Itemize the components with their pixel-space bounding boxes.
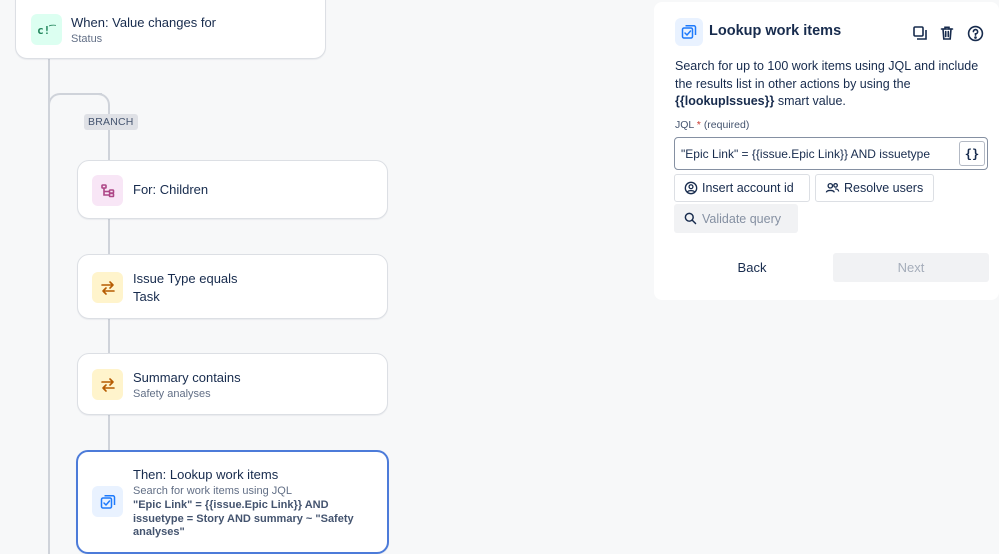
trigger-icon: c!͡	[31, 14, 62, 45]
action-jql: "Epic Link" = {{issue.Epic Link}} AND is…	[133, 499, 354, 538]
condition-issue-type-title: Issue Type equals	[133, 271, 238, 286]
jql-input-value: "Epic Link" = {{issue.Epic Link}} AND is…	[681, 147, 930, 161]
condition-issue-type-card[interactable]: Issue Type equals Task	[77, 254, 388, 319]
jql-label: JQL * (required)	[675, 119, 749, 131]
jql-input[interactable]: "Epic Link" = {{issue.Epic Link}} AND is…	[674, 137, 988, 170]
lookup-icon	[675, 18, 703, 46]
resolve-users-button[interactable]: Resolve users	[815, 174, 934, 202]
trash-icon[interactable]	[937, 23, 957, 43]
validate-query-label: Validate query	[702, 211, 781, 226]
user-circle-icon	[684, 181, 698, 195]
branch-node-title: For: Children	[133, 182, 209, 197]
svg-text:c!͡: c!͡	[38, 24, 56, 37]
insert-account-id-label: Insert account id	[702, 181, 794, 195]
condition-summary-card[interactable]: Summary contains Safety analyses	[77, 353, 388, 415]
users-icon	[825, 182, 840, 193]
trigger-subtitle: Status	[71, 33, 103, 45]
next-button[interactable]: Next	[833, 253, 989, 282]
smart-value-button[interactable]: {}	[959, 141, 985, 166]
action-subtitle: Search for work items using JQL	[133, 485, 292, 497]
swap-arrows-icon	[92, 369, 123, 400]
branch-label: BRANCH	[84, 114, 138, 130]
jql-label-text: JQL	[675, 119, 694, 131]
branch-node-card[interactable]: For: Children	[77, 160, 388, 219]
smart-value-name: {{lookupIssues}}	[675, 94, 775, 108]
connector-main	[48, 58, 50, 554]
config-panel: Lookup work items Search for up to 100 w…	[654, 2, 999, 300]
condition-summary-title: Summary contains	[133, 370, 241, 385]
description-tail: smart value.	[774, 94, 846, 108]
automation-canvas: BRANCH c!͡ When: Value changes for Statu…	[0, 0, 999, 554]
lookup-icon	[92, 486, 123, 517]
copy-icon[interactable]	[910, 23, 930, 43]
back-button[interactable]: Back	[714, 253, 790, 281]
panel-description: Search for up to 100 work items using JQ…	[675, 58, 993, 111]
insert-account-id-button[interactable]: Insert account id	[674, 174, 810, 202]
trigger-title: When: Value changes for	[71, 15, 217, 30]
condition-summary-subtitle: Safety analyses	[133, 388, 211, 400]
help-icon[interactable]	[965, 23, 985, 43]
search-icon	[684, 212, 697, 225]
connector-branch-curve	[48, 93, 62, 107]
description-text: Search for up to 100 work items using JQ…	[675, 59, 979, 91]
action-lookup-card[interactable]: Then: Lookup work items Search for work …	[76, 450, 389, 554]
panel-title: Lookup work items	[709, 23, 842, 39]
action-title: Then: Lookup work items	[133, 467, 279, 482]
validate-query-button[interactable]: Validate query	[674, 204, 798, 233]
trigger-card[interactable]: c!͡ When: Value changes for Status	[15, 0, 326, 59]
required-mark: *	[696, 119, 701, 131]
required-text: (required)	[703, 119, 750, 131]
swap-arrows-icon	[92, 272, 123, 303]
condition-issue-type-value: Task	[133, 289, 160, 304]
hierarchy-icon	[92, 175, 123, 206]
resolve-users-label: Resolve users	[844, 181, 924, 195]
